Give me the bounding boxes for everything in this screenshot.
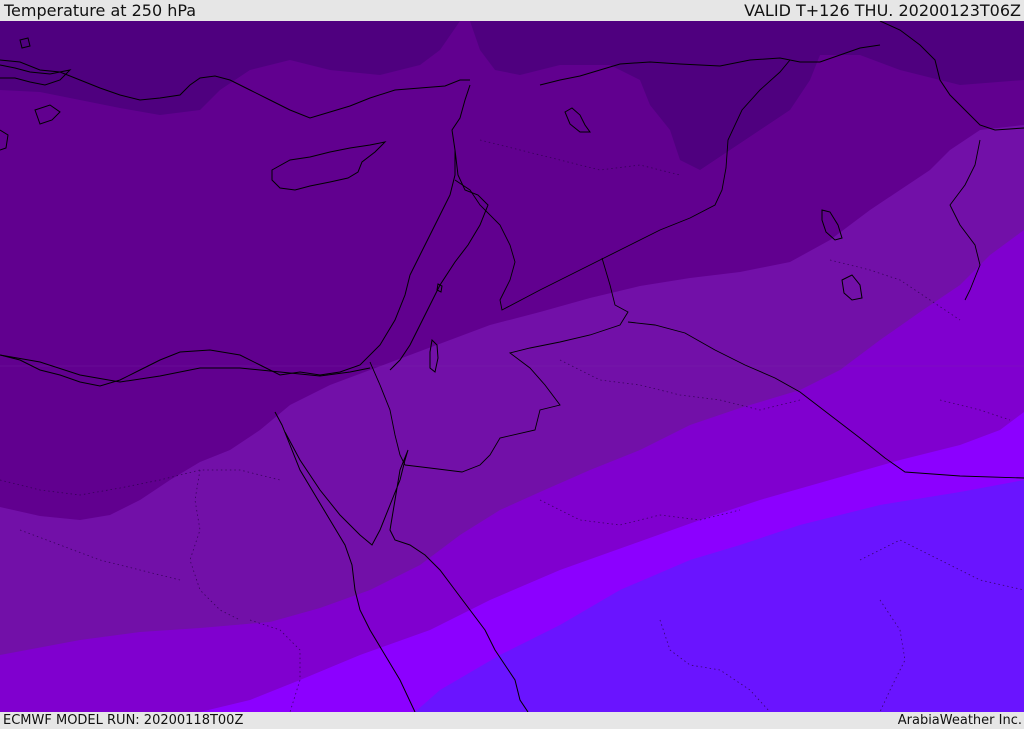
model-run: ECMWF MODEL RUN: 20200118T00Z [3,713,244,728]
map-area [0,21,1024,712]
map-canvas [0,21,1024,712]
valid-time: VALID T+126 THU. 20200123T06Z [744,1,1021,20]
header-bar: Temperature at 250 hPa VALID T+126 THU. … [0,0,1024,21]
credit: ArabiaWeather Inc. [897,713,1022,728]
footer-bar: ECMWF MODEL RUN: 20200118T00Z ArabiaWeat… [0,712,1024,729]
map-title: Temperature at 250 hPa [4,1,197,20]
weather-map-frame: Temperature at 250 hPa VALID T+126 THU. … [0,0,1024,729]
